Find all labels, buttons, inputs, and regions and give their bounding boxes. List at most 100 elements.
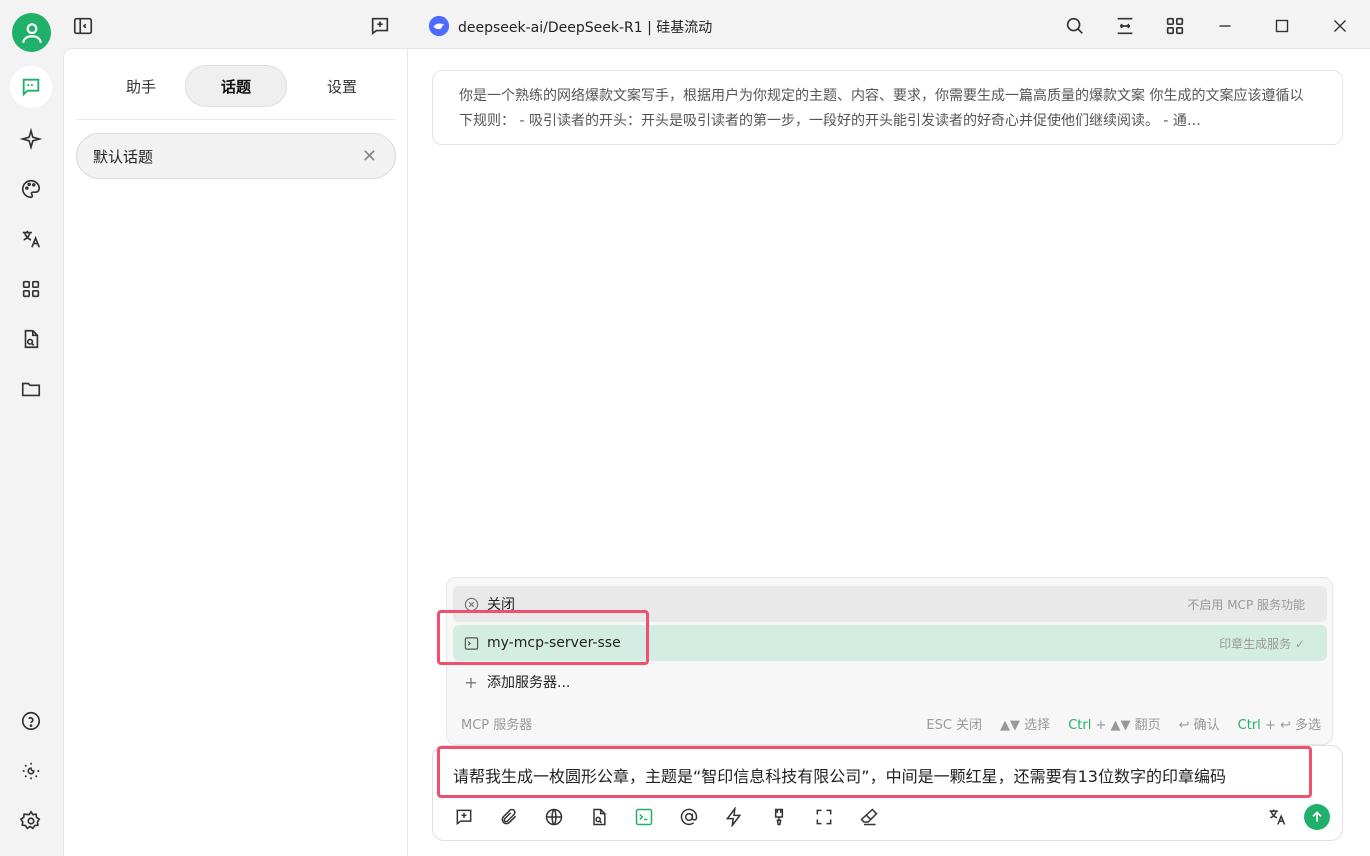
lightning-icon bbox=[725, 807, 742, 827]
hint-page: Ctrl + ▲▼ 翻页 bbox=[1068, 718, 1161, 733]
knowledge-base-button[interactable] bbox=[586, 804, 612, 830]
mcp-item-desc: 不启用 MCP 服务功能 bbox=[1187, 597, 1305, 612]
arrow-up-icon bbox=[1312, 811, 1322, 822]
translate-input-button[interactable] bbox=[1264, 804, 1290, 830]
minimize-button[interactable] bbox=[1213, 14, 1237, 38]
hint-confirm: ↩ 确认 bbox=[1178, 718, 1220, 733]
mcp-item-label: 关闭 bbox=[487, 597, 515, 613]
mcp-footer-title: MCP 服务器 bbox=[461, 718, 533, 733]
mcp-menu-footer: MCP 服务器 ESC 关闭 ▲▼ 选择 Ctrl + ▲▼ 翻页 ↩ 确认 C… bbox=[461, 714, 1321, 734]
mcp-item-label: my-mcp-server-sse bbox=[487, 635, 621, 651]
tabs-divider bbox=[76, 119, 396, 120]
sparkle-icon bbox=[20, 128, 42, 150]
mini-apps-button[interactable] bbox=[1163, 14, 1187, 38]
user-icon bbox=[21, 22, 42, 43]
rail-help-button[interactable] bbox=[16, 706, 46, 736]
maximize-button[interactable] bbox=[1270, 14, 1294, 38]
quick-phrase-button[interactable] bbox=[721, 804, 747, 830]
add-chat-icon bbox=[456, 809, 472, 826]
mcp-server-button[interactable] bbox=[631, 804, 657, 830]
mention-model-button[interactable] bbox=[676, 804, 702, 830]
topic-label: 默认话题 bbox=[93, 147, 154, 166]
send-button[interactable] bbox=[1304, 804, 1330, 830]
file-search-icon bbox=[593, 808, 606, 826]
expand-input-button[interactable] bbox=[811, 804, 837, 830]
deepseek-whale-icon bbox=[428, 15, 450, 37]
rail-theme-button[interactable] bbox=[16, 756, 46, 786]
topic-item[interactable]: 默认话题 ✕ bbox=[76, 133, 396, 179]
user-avatar[interactable] bbox=[12, 13, 51, 52]
clear-context-button[interactable] bbox=[766, 804, 792, 830]
eraser-icon bbox=[860, 808, 878, 826]
chat-icon bbox=[22, 78, 40, 97]
sidebar-toggle-icon bbox=[73, 17, 93, 35]
hint-select: ▲▼ 选择 bbox=[1000, 718, 1051, 733]
add-chat-icon bbox=[371, 17, 389, 35]
rail-paint-button[interactable] bbox=[16, 174, 46, 204]
new-topic-tool-button[interactable] bbox=[451, 804, 477, 830]
message-input[interactable]: 请帮我生成一枚圆形公章，主题是“智印信息科技有限公司”，中间是一颗红星，还需要有… bbox=[453, 763, 1226, 787]
search-icon bbox=[1066, 17, 1083, 34]
hint-esc: ESC 关闭 bbox=[926, 718, 983, 733]
folder-icon bbox=[21, 382, 41, 397]
mcp-server-menu: 关闭 不启用 MCP 服务功能 my-mcp-server-sse 印章生成服务… bbox=[446, 577, 1333, 745]
hint-multi: Ctrl + ↩ 多选 bbox=[1237, 718, 1321, 733]
disable-circle-icon bbox=[463, 596, 479, 612]
mcp-item-my-mcp-server-sse[interactable]: my-mcp-server-sse 印章生成服务 ✓ bbox=[453, 625, 1327, 661]
apps-grid-icon bbox=[22, 280, 40, 298]
rail-apps-button[interactable] bbox=[16, 274, 46, 304]
grid-icon bbox=[1166, 17, 1184, 35]
terminal-icon bbox=[463, 635, 479, 651]
minimize-icon bbox=[1219, 25, 1231, 27]
terminal-icon bbox=[635, 808, 653, 826]
file-search-icon bbox=[24, 329, 39, 349]
brush-icon bbox=[774, 808, 784, 826]
topic-sidebar: 助手 话题 设置 默认话题 ✕ bbox=[63, 48, 407, 856]
mcp-item-desc: 印章生成服务 ✓ bbox=[1219, 636, 1305, 651]
toggle-sidebar-button[interactable] bbox=[71, 14, 95, 38]
system-prompt-card[interactable]: 你是一个熟练的网络爆款文案写手，根据用户为你规定的主题、内容、要求，你需要生成一… bbox=[432, 70, 1343, 145]
search-button[interactable] bbox=[1063, 14, 1087, 38]
translate-icon bbox=[22, 230, 41, 248]
new-topic-button[interactable] bbox=[368, 14, 392, 38]
mcp-item-label: 添加服务器... bbox=[487, 675, 571, 691]
tab-topics[interactable]: 话题 bbox=[185, 65, 287, 107]
theme-icon bbox=[22, 762, 40, 780]
input-toolbar bbox=[451, 804, 901, 830]
clear-messages-button[interactable] bbox=[856, 804, 882, 830]
delete-topic-icon[interactable]: ✕ bbox=[362, 146, 377, 167]
globe-icon bbox=[545, 808, 563, 826]
system-prompt-text: 你是一个熟练的网络爆款文案写手，根据用户为你规定的主题、内容、要求，你需要生成一… bbox=[459, 88, 1304, 129]
narrow-mode-button[interactable] bbox=[1113, 14, 1137, 38]
close-window-button[interactable] bbox=[1328, 14, 1352, 38]
web-search-button[interactable] bbox=[541, 804, 567, 830]
rail-files-button[interactable] bbox=[16, 324, 46, 354]
rail-agents-button[interactable] bbox=[16, 124, 46, 154]
rail-settings-button[interactable] bbox=[16, 806, 46, 836]
at-icon bbox=[680, 808, 698, 826]
palette-icon bbox=[22, 179, 41, 199]
keyboard-hints: ESC 关闭 ▲▼ 选择 Ctrl + ▲▼ 翻页 ↩ 确认 Ctrl + ↩ … bbox=[926, 714, 1321, 733]
mcp-item-add-server[interactable]: + 添加服务器... bbox=[453, 664, 1327, 700]
help-icon bbox=[21, 711, 41, 731]
window-title: deepseek-ai/DeepSeek-R1 | 硅基流动 bbox=[458, 20, 713, 36]
sidebar-tabs: 助手 话题 设置 bbox=[76, 65, 396, 107]
translate-icon bbox=[1269, 809, 1286, 825]
paperclip-icon bbox=[501, 808, 517, 825]
maximize-icon bbox=[1275, 19, 1289, 33]
message-input-box: 请帮我生成一枚圆形公章，主题是“智印信息科技有限公司”，中间是一颗红星，还需要有… bbox=[432, 745, 1343, 841]
tab-settings[interactable]: 设置 bbox=[291, 65, 393, 107]
tab-assistants[interactable]: 助手 bbox=[90, 65, 192, 107]
close-icon bbox=[1334, 20, 1346, 32]
icon-rail bbox=[0, 0, 63, 856]
rail-translate-button[interactable] bbox=[16, 224, 46, 254]
gear-icon bbox=[20, 810, 41, 830]
fullscreen-icon bbox=[816, 809, 832, 825]
mcp-item-off[interactable]: 关闭 不启用 MCP 服务功能 bbox=[453, 586, 1327, 622]
fit-width-icon bbox=[1117, 17, 1133, 35]
plus-icon: + bbox=[464, 672, 478, 692]
attach-button[interactable] bbox=[496, 804, 522, 830]
model-logo bbox=[427, 14, 451, 38]
rail-chat-button[interactable] bbox=[10, 66, 52, 108]
rail-folder-button[interactable] bbox=[16, 374, 46, 404]
